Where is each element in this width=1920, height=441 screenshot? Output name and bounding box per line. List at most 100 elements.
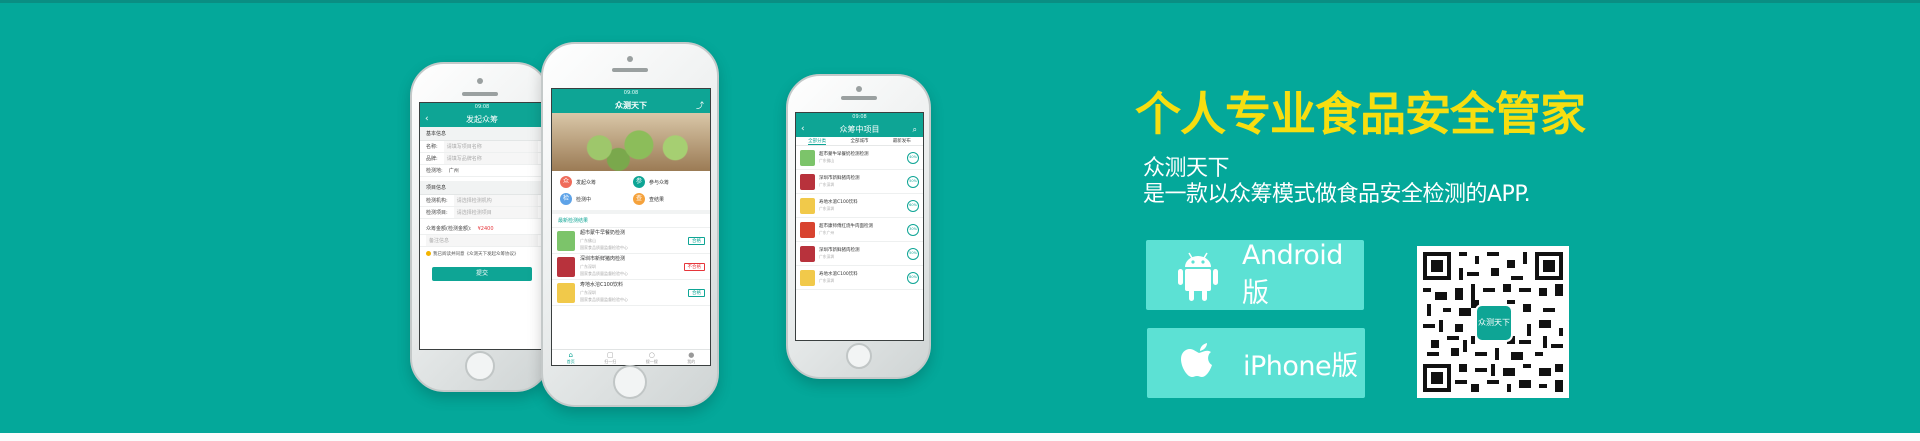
crowdfund-icon: 众 (560, 176, 572, 188)
product-thumbnail (800, 269, 815, 286)
tab-label: 首页 (566, 359, 575, 364)
form-row-amount: 众筹金额(检测金额): ¥2400 (420, 223, 544, 235)
form-row-agency[interactable]: 检测机构: 请选择检测机构 (420, 195, 544, 207)
grid-item-testing[interactable]: 检检测中 (560, 192, 629, 206)
phone-mockup-right: 09:08 ‹ 众筹中项目 ⌕ 全部分类 全部城市 最新发布 超市蒙牛早餐奶检测… (786, 74, 931, 379)
form-label: 品牌: (426, 156, 438, 162)
status-bar: 09:08 (552, 89, 710, 98)
filter-category[interactable]: 全部分类 (808, 137, 827, 145)
tab-profile[interactable]: ● 我的 (687, 351, 695, 364)
speaker-grill (612, 68, 648, 72)
remark-input[interactable]: 备注信息 (426, 235, 538, 246)
list-item[interactable]: 超市蒙牛早餐奶检测 广东佛山 国家食品质量监督检验中心 合格 (552, 228, 710, 254)
grid-item-join[interactable]: 参参与众筹 (633, 175, 702, 189)
progress-ring: 30% (907, 223, 919, 236)
agree-text: 我已阅读并同意《众测天下发起众筹协议》 (433, 252, 519, 257)
product-thumbnail (557, 282, 575, 303)
form-label: 检测机构: (426, 198, 448, 204)
list-item[interactable]: 寿地水溶C100饮料 广东深圳 国家食品质量监督检验中心 合格 (552, 280, 710, 306)
filter-city[interactable]: 全部城市 (850, 137, 868, 145)
form-row-name[interactable]: 名称: 请填写项目名称 (420, 141, 544, 153)
name-input[interactable]: 请填写项目名称 (443, 141, 538, 152)
form-row-project[interactable]: 检测项目: 请选择检测项目 (420, 207, 544, 219)
item-agency: 国家食品质量监督检验中心 (580, 245, 628, 250)
back-icon[interactable]: ‹ (425, 112, 429, 127)
camera-dot (477, 78, 483, 84)
phone-mockup-center: 09:08 众测天下 ⤴ 众发起众筹 参参与众筹 检检测中 查查结果 最新检测结… (541, 42, 719, 407)
list-item[interactable]: 深圳市新鲜猪肉检测 广东深圳 国家食品质量监督检验中心 不合格 (552, 254, 710, 280)
tab-label: 我的 (687, 359, 696, 364)
grid-item-launch[interactable]: 众发起众筹 (560, 175, 629, 189)
qr-code: 众测天下 (1417, 246, 1569, 398)
form-row-brand[interactable]: 品牌: 请填写品牌名称 (420, 153, 544, 165)
android-download-button[interactable]: Android版 (1146, 240, 1364, 310)
share-icon[interactable]: ⤴ (696, 98, 704, 113)
item-location: 广东广州 (819, 229, 835, 235)
list-item[interactable]: 超市康师傅红烧牛肉面检测 广东广州 30% (796, 218, 923, 242)
form-label: 检测项目: (426, 210, 448, 216)
tab-scan[interactable]: ▢ 扫一扫 (604, 351, 616, 364)
home-icon: ⌂ (568, 351, 573, 359)
list-item[interactable]: 超市蒙牛早餐奶检测检测 广东佛山 40% (796, 146, 923, 170)
results-icon: 查 (633, 193, 645, 205)
checkbox-icon[interactable] (426, 251, 431, 256)
brand-input[interactable]: 请填写品牌名称 (443, 153, 538, 164)
item-location: 广东深圳 (819, 181, 835, 187)
screen-title: 众筹中项目 (839, 125, 880, 134)
android-icon (1168, 245, 1228, 305)
top-border (0, 0, 1920, 3)
form-label: 检测地: (426, 168, 443, 174)
progress-ring: 50% (907, 247, 919, 260)
form-row-remark[interactable]: 备注信息 (420, 235, 544, 247)
bottom-strip (0, 433, 1920, 441)
tab-label: 搜一搜 (645, 359, 658, 364)
search-icon[interactable]: ⌕ (913, 122, 917, 137)
status-badge: 合格 (688, 236, 705, 245)
testing-icon: 检 (560, 193, 572, 205)
iphone-label: iPhone版 (1243, 350, 1358, 382)
grid-item-results[interactable]: 查查结果 (633, 192, 702, 206)
screen-title: 发起众筹 (466, 115, 498, 124)
submit-button[interactable]: 提交 (432, 267, 532, 281)
project-select[interactable]: 请选择检测项目 (453, 207, 538, 218)
amount-value: ¥2400 (477, 226, 494, 232)
form-label: 名称: (426, 144, 438, 150)
join-icon: 参 (633, 176, 645, 188)
item-location: 广东深圳 (819, 253, 835, 259)
scan-icon: ▢ (606, 351, 614, 359)
speaker-grill (462, 92, 498, 96)
banner-image[interactable] (552, 113, 710, 171)
android-label: Android版 (1242, 240, 1343, 309)
location-select[interactable]: 广州 (449, 165, 459, 176)
list-item[interactable]: 寿地水溶C100饮料 广东深圳 80% (796, 266, 923, 290)
form-section-title: 基本信息 (420, 127, 544, 141)
nav-bar: 众测天下 ⤴ (552, 98, 710, 113)
filter-latest[interactable]: 最新发布 (893, 137, 911, 145)
home-button (613, 365, 647, 399)
item-location: 广东佛山 (819, 157, 835, 163)
iphone-download-button[interactable]: iPhone版 (1147, 328, 1365, 398)
progress-ring: 40% (907, 151, 919, 164)
agree-checkbox[interactable]: 我已阅读并同意《众测天下发起众筹协议》 (420, 247, 544, 261)
list-item[interactable]: 深圳市新鲜猪肉检测 广东深圳 50% (796, 242, 923, 266)
filter-bar: 全部分类 全部城市 最新发布 (796, 137, 923, 146)
agency-select[interactable]: 请选择检测机构 (453, 195, 538, 206)
nav-bar: ‹ 发起众筹 (420, 112, 544, 127)
product-thumbnail (557, 230, 575, 251)
item-title: 超市蒙牛早餐奶检测 (580, 230, 626, 236)
phone-screen-form: 09:08 ‹ 发起众筹 基本信息 名称: 请填写项目名称 品牌: 请填写品牌名… (419, 102, 545, 350)
grid-item-label: 检测中 (576, 196, 592, 203)
item-location: 广东深圳 (819, 205, 835, 211)
list-item[interactable]: 深圳市新鲜猪肉检测 广东深圳 50% (796, 170, 923, 194)
qr-app-logo: 众测天下 (1475, 304, 1513, 342)
list-item[interactable]: 寿地水溶C100饮料 广东深圳 60% (796, 194, 923, 218)
form-row-location[interactable]: 检测地: 广州 (420, 165, 544, 177)
user-icon: ● (688, 351, 695, 359)
item-agency: 国家食品质量监督检验中心 (580, 297, 628, 302)
item-title: 寿地水溶C100饮料 (580, 282, 624, 288)
item-title: 深圳市新鲜猪肉检测 (580, 256, 626, 262)
tab-search[interactable]: ○ 搜一搜 (646, 351, 658, 364)
tab-home[interactable]: ⌂ 首页 (567, 351, 575, 364)
progress-ring: 80% (907, 271, 919, 284)
back-icon[interactable]: ‹ (801, 122, 805, 137)
